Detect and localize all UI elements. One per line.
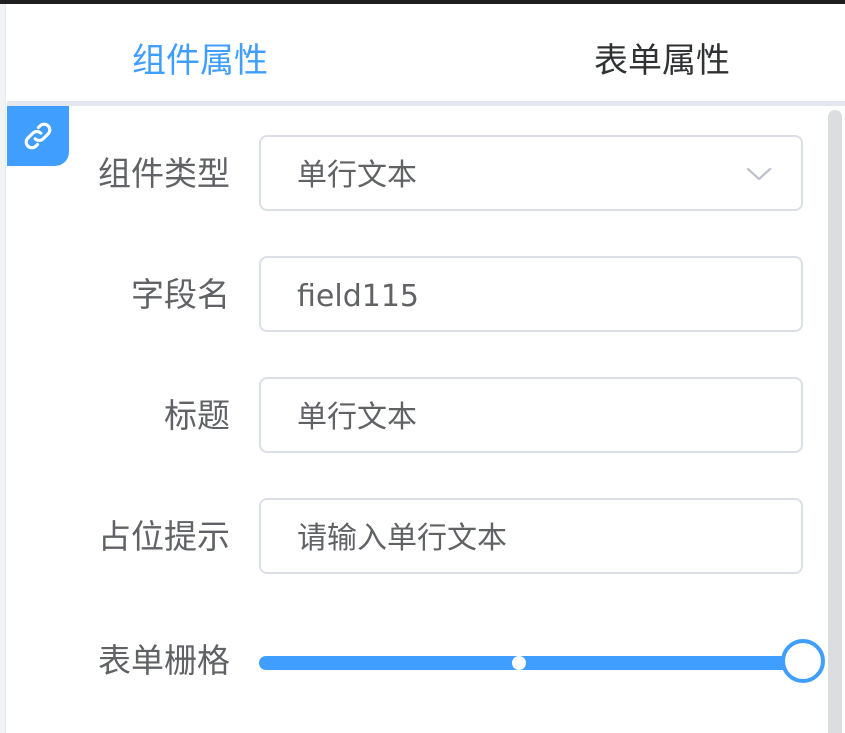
title-input[interactable]: 单行文本: [259, 377, 803, 453]
placeholder-value: 请输入单行文本: [297, 521, 507, 556]
title-label: 标题: [164, 396, 230, 435]
form-row-placeholder: 占位提示 请输入单行文本: [0, 498, 830, 574]
grid-label: 表单栅格: [98, 641, 230, 680]
field-name-input[interactable]: field115: [259, 256, 803, 332]
tab-bar: 组件属性 表单属性: [7, 4, 845, 102]
component-type-label: 组件类型: [98, 154, 230, 193]
grid-slider-track[interactable]: [259, 656, 805, 670]
form-row-component-type: 组件类型 单行文本: [0, 135, 830, 211]
grid-slider-handle[interactable]: [781, 639, 825, 683]
tab-form-properties[interactable]: 表单属性: [462, 4, 845, 102]
vertical-scrollbar[interactable]: [828, 110, 842, 733]
grid-slider-stop: [512, 656, 526, 670]
component-type-value: 单行文本: [297, 158, 417, 193]
component-type-select[interactable]: 单行文本: [259, 135, 803, 211]
field-name-label: 字段名: [131, 275, 230, 314]
tab-divider: [7, 101, 845, 106]
field-name-value: field115: [297, 279, 419, 314]
tab-component-properties[interactable]: 组件属性: [14, 4, 386, 102]
placeholder-label: 占位提示: [98, 517, 230, 556]
placeholder-input[interactable]: 请输入单行文本: [259, 498, 803, 574]
form-row-field-name: 字段名 field115: [0, 256, 830, 332]
title-value: 单行文本: [297, 400, 417, 435]
chevron-down-icon[interactable]: [745, 162, 773, 186]
form-row-title: 标题 单行文本: [0, 377, 830, 453]
